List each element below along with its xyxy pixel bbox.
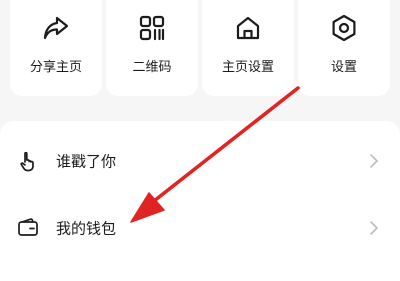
menu-item-who-poked-you[interactable]: 谁戳了你 xyxy=(0,131,400,191)
qr-code-label: 二维码 xyxy=(132,60,172,75)
menu-item-my-wallet[interactable]: 我的钱包 xyxy=(0,198,400,258)
menu-item-my-wallet-label: 我的钱包 xyxy=(56,219,117,238)
chevron-right-icon xyxy=(368,153,380,169)
settings-button[interactable]: 设置 xyxy=(298,0,390,96)
share-profile-label: 分享主页 xyxy=(29,60,82,75)
menu-list: 谁戳了你 我的钱包 xyxy=(0,121,400,281)
quick-actions-row: 分享主页 二维码 主页设置 设置 xyxy=(0,0,400,100)
share-profile-button[interactable]: 分享主页 xyxy=(10,0,102,96)
chevron-right-icon xyxy=(368,220,380,236)
wallet-icon xyxy=(16,216,40,240)
qr-code-icon xyxy=(136,12,168,44)
home-settings-button[interactable]: 主页设置 xyxy=(202,0,294,96)
home-icon xyxy=(232,12,264,44)
settings-label: 设置 xyxy=(330,60,357,75)
gear-icon xyxy=(328,12,360,44)
menu-item-who-poked-you-label: 谁戳了你 xyxy=(56,152,117,171)
poke-hand-icon xyxy=(16,149,40,173)
home-settings-label: 主页设置 xyxy=(221,60,274,75)
share-icon xyxy=(40,12,72,44)
qr-code-button[interactable]: 二维码 xyxy=(106,0,198,96)
